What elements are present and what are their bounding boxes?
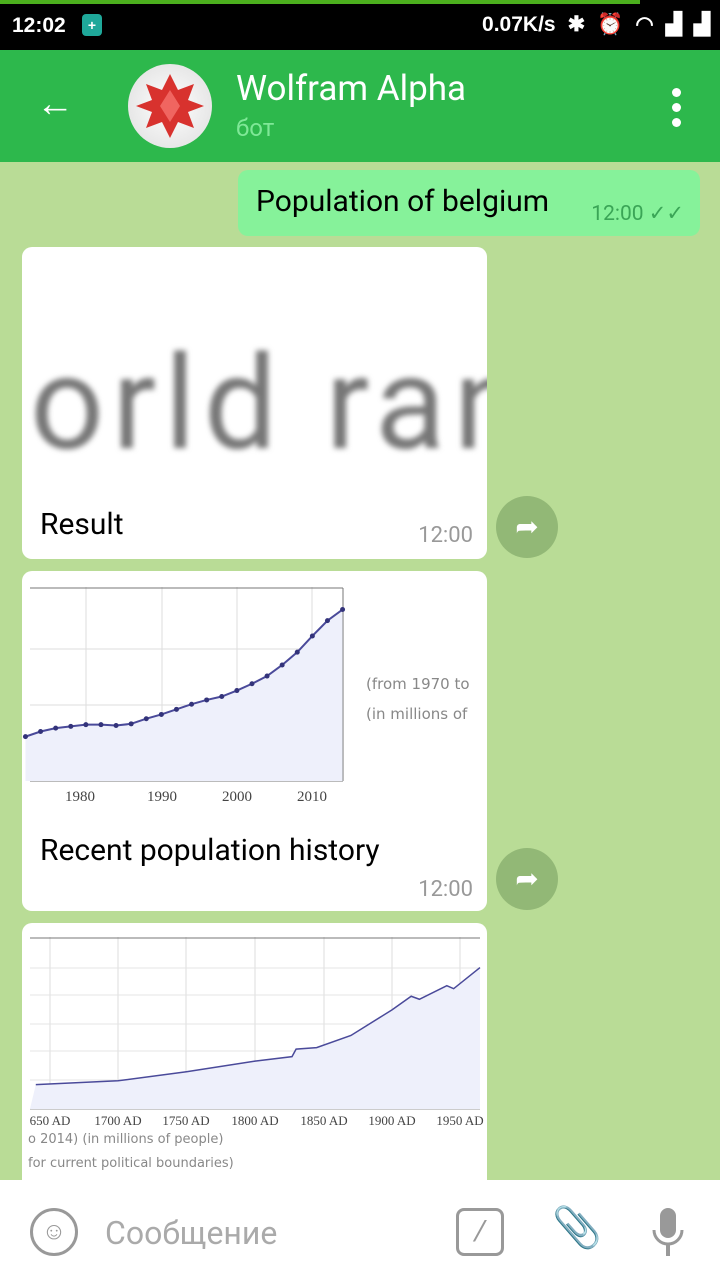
data-point <box>22 734 28 740</box>
message-list[interactable]: Population of belgium 12:00 ✓✓ orld ran … <box>0 162 720 1180</box>
forward-icon[interactable]: ➦ <box>496 848 558 910</box>
outgoing-message[interactable]: Population of belgium 12:00 ✓✓ <box>238 170 700 236</box>
microphone-icon[interactable] <box>650 1206 686 1258</box>
data-point <box>324 618 330 624</box>
x-tick: 1950 AD <box>436 1113 483 1128</box>
data-point <box>83 722 89 728</box>
data-point <box>173 706 179 712</box>
bot-command-icon[interactable]: / <box>456 1208 504 1256</box>
data-point <box>204 697 210 703</box>
incoming-message[interactable]: 1980 1990 2000 2010 (from 1970 to (in mi… <box>22 571 487 911</box>
status-bar: 12:02 + 0.07K/s ✱ ⏰ ◠ ▟ ▟ <box>0 0 720 50</box>
message-text: Population of belgium <box>256 184 550 219</box>
data-point <box>340 607 346 613</box>
chart-note: (from 1970 to <box>366 675 470 693</box>
chat-header: ← Wolfram Alpha бот <box>0 50 720 162</box>
wolfram-logo-icon <box>136 74 204 138</box>
back-arrow-icon[interactable]: ← <box>36 84 74 124</box>
forward-icon[interactable]: ➦ <box>496 496 558 558</box>
avatar[interactable] <box>128 64 212 148</box>
status-time: 12:02 <box>12 14 66 37</box>
more-options-icon[interactable] <box>672 88 682 127</box>
data-point <box>249 681 255 687</box>
alarm-icon: ⏰ <box>597 12 624 36</box>
attach-icon[interactable]: 📎 <box>552 1204 602 1251</box>
message-input-bar: ☺ Сообщение / 📎 <box>0 1180 720 1280</box>
x-tick: 1980 <box>65 789 95 805</box>
message-input[interactable]: Сообщение <box>105 1214 277 1252</box>
data-point <box>38 729 44 734</box>
x-tick: 2010 <box>297 789 327 805</box>
message-caption: Result <box>40 507 124 542</box>
x-tick: 1900 AD <box>368 1113 415 1128</box>
data-point <box>158 711 164 717</box>
chart-note: for current political boundaries) <box>28 1156 234 1171</box>
x-tick: 650 AD <box>30 1113 71 1128</box>
progress-line <box>0 0 640 4</box>
message-time: 12:00 <box>418 523 473 548</box>
data-point <box>279 662 285 668</box>
data-point <box>98 722 104 728</box>
bluetooth-icon: ✱ <box>567 13 586 36</box>
data-point <box>68 723 74 729</box>
long-term-population-chart[interactable]: 650 AD 1700 AD 1750 AD 1800 AD 1850 AD 1900 A… <box>22 923 487 1180</box>
x-tick: 1700 AD <box>94 1113 141 1128</box>
recent-population-chart[interactable]: 1980 1990 2000 2010 (from 1970 to (in mi… <box>22 571 487 811</box>
x-tick: 1800 AD <box>231 1113 278 1128</box>
data-point <box>219 694 225 700</box>
data-point <box>189 701 195 707</box>
data-point <box>264 673 270 679</box>
data-point <box>53 725 59 731</box>
data-point <box>113 723 119 729</box>
chart-area <box>25 609 343 781</box>
double-check-icon: ✓✓ <box>648 202 684 226</box>
data-point <box>143 716 149 722</box>
message-time: 12:00 <box>418 877 473 902</box>
net-speed: 0.07K/s <box>482 12 556 36</box>
data-point <box>309 633 315 639</box>
x-tick: 1990 <box>147 789 177 805</box>
message-caption: Recent population history <box>40 833 380 868</box>
x-tick: 1750 AD <box>162 1113 209 1128</box>
chart-note: (in millions of <box>366 705 468 723</box>
data-point <box>294 649 300 655</box>
x-tick: 2000 <box>222 789 252 805</box>
signal-icon: ▟ <box>693 13 710 36</box>
notification-icon: + <box>82 14 102 36</box>
chat-title[interactable]: Wolfram Alpha <box>236 68 466 109</box>
incoming-message[interactable]: 650 AD 1700 AD 1750 AD 1800 AD 1850 AD 1900 A… <box>22 923 487 1180</box>
emoji-icon[interactable]: ☺ <box>30 1208 78 1256</box>
message-time: 12:00 <box>591 202 644 226</box>
chat-subtitle: бот <box>236 114 275 142</box>
x-tick: 1850 AD <box>300 1113 347 1128</box>
result-image[interactable]: orld ran <box>30 327 487 480</box>
data-point <box>234 688 240 694</box>
signal-icon: ▟ <box>665 13 682 36</box>
data-point <box>128 721 134 727</box>
chart-note: o 2014) (in millions of people) <box>28 1132 223 1147</box>
incoming-message[interactable]: orld ran Result 12:00 <box>22 247 487 559</box>
wifi-icon: ◠ <box>635 13 654 36</box>
